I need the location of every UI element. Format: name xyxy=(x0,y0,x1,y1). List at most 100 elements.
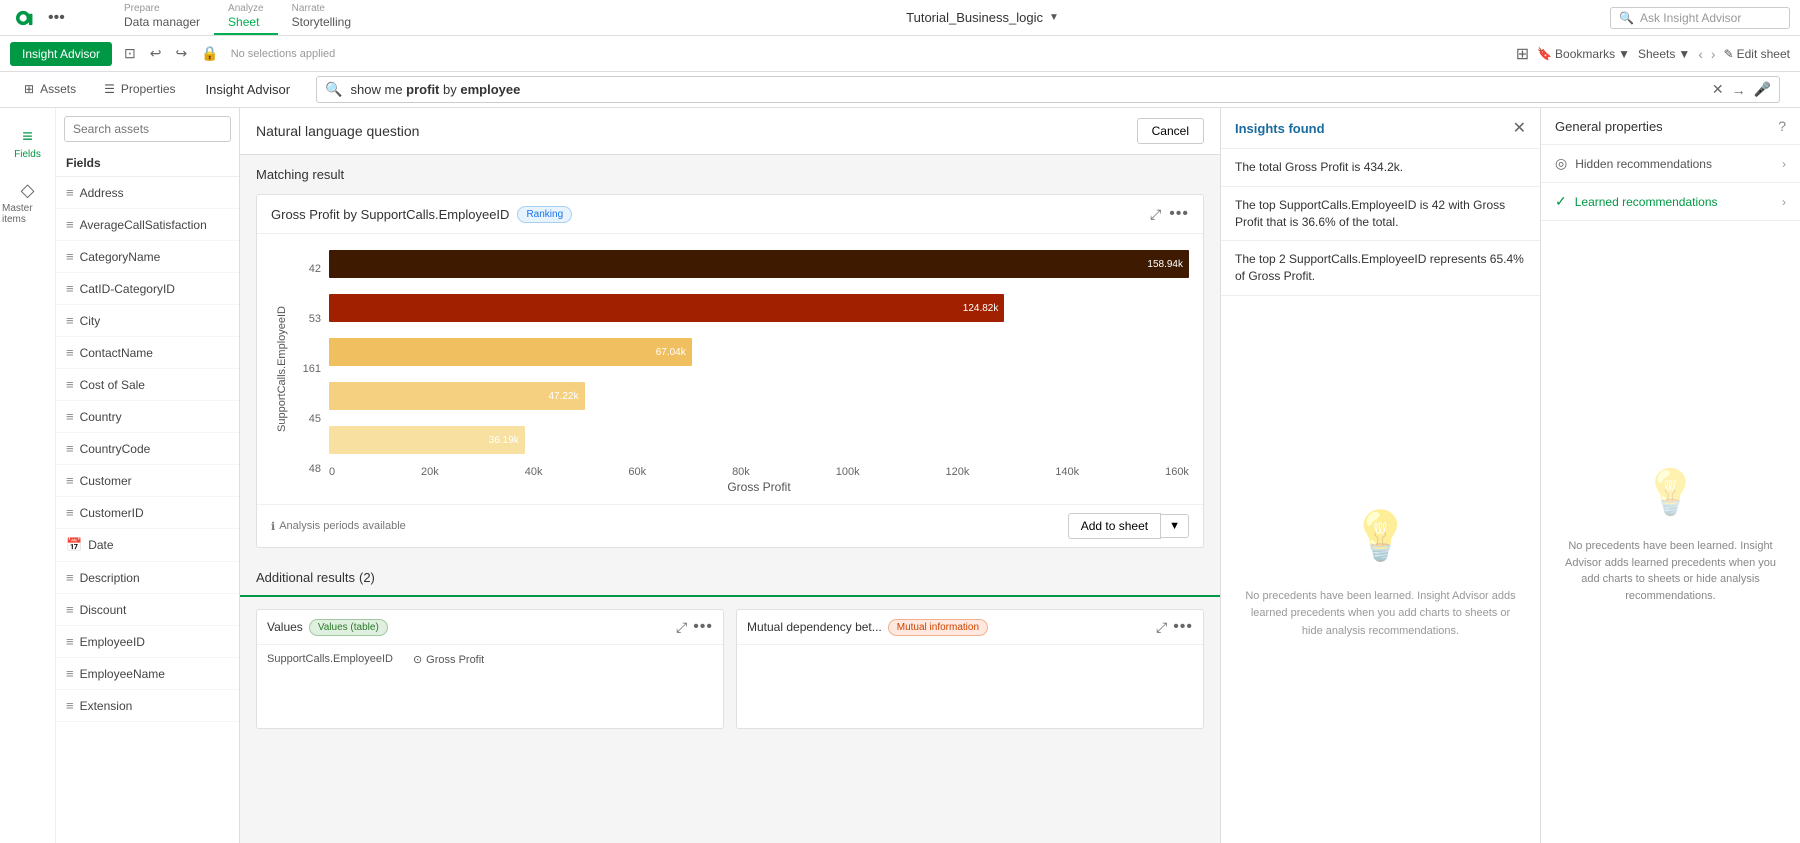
help-icon[interactable]: ? xyxy=(1778,118,1786,134)
x-axis-label: Gross Profit xyxy=(329,480,1189,494)
insights-close-btn[interactable]: ✕ xyxy=(1513,118,1526,138)
edit-sheet-btn[interactable]: ✎ Edit sheet xyxy=(1724,47,1790,61)
sheets-btn[interactable]: Sheets ▼ xyxy=(1638,47,1690,61)
lock-icon[interactable]: 🔒 xyxy=(197,43,222,64)
nav-prev-icon[interactable]: ‹ xyxy=(1698,46,1703,62)
app-title-dropdown[interactable]: ▼ xyxy=(1049,12,1059,23)
sidebar-item[interactable]: ≡EmployeeName xyxy=(56,658,239,690)
sidebar-item[interactable]: ≡CustomerID xyxy=(56,497,239,529)
sidebar-item[interactable]: ≡Extension xyxy=(56,690,239,722)
sidebar-item[interactable]: ≡EmployeeID xyxy=(56,626,239,658)
hidden-recommendations-section[interactable]: ◎ Hidden recommendations › xyxy=(1541,145,1800,183)
field-icon: ≡ xyxy=(66,377,74,392)
search-query-text: show me profit by employee xyxy=(351,82,1704,97)
sidebar-item[interactable]: ≡CatID-CategoryID xyxy=(56,273,239,305)
cancel-button[interactable]: Cancel xyxy=(1137,118,1204,144)
insights-title: Insights found xyxy=(1235,121,1513,136)
assets-icon: ⊞ xyxy=(24,82,34,96)
insight-item: The top SupportCalls.EmployeeID is 42 wi… xyxy=(1221,187,1540,242)
search-assets-input[interactable] xyxy=(64,116,231,142)
three-dots-menu[interactable]: ••• xyxy=(48,9,65,27)
bar-fill: 158.94k xyxy=(329,250,1189,278)
undo-icon[interactable]: ↩ xyxy=(146,43,166,64)
clear-search-btn[interactable]: ✕ xyxy=(1712,81,1724,98)
sidebar-item[interactable]: ≡Description xyxy=(56,562,239,594)
fields-content: Fields ≡Address≡AverageCallSatisfaction≡… xyxy=(56,108,239,843)
nav-master-items[interactable]: ◇ Master items xyxy=(0,170,55,235)
bar-fill: 124.82k xyxy=(329,294,1004,322)
tab-narrate[interactable]: Narrate Storytelling xyxy=(278,0,365,35)
insight-search-bar[interactable]: 🔍 show me profit by employee ✕ → 🎤 xyxy=(316,76,1780,103)
field-icon: ≡ xyxy=(66,602,74,617)
values-menu-btn[interactable]: ••• xyxy=(693,618,713,636)
sidebar-item[interactable]: ≡CategoryName xyxy=(56,241,239,273)
bar-row: 36.19k xyxy=(329,420,1189,460)
tab-prepare[interactable]: Prepare Data manager xyxy=(110,0,214,35)
sidebar-item[interactable]: ≡Customer xyxy=(56,465,239,497)
tab-assets[interactable]: ⊞ Assets xyxy=(10,72,90,107)
add-to-sheet-dropdown-btn[interactable]: ▼ xyxy=(1161,514,1189,538)
values-expand-btn[interactable]: ⤢ xyxy=(676,618,687,636)
field-icon: ≡ xyxy=(66,217,74,232)
x-tick: 120k xyxy=(946,466,970,478)
hidden-rec-icon: ◎ xyxy=(1555,155,1567,172)
sidebar-item[interactable]: ≡Cost of Sale xyxy=(56,369,239,401)
qlik-logo xyxy=(10,8,42,28)
bar-fill: 36.19k xyxy=(329,426,525,454)
values-card: Values Values (table) ⤢ ••• SupportCalls… xyxy=(256,609,724,729)
bar-row: 158.94k xyxy=(329,244,1189,284)
voice-search-btn[interactable]: 🎤 xyxy=(1754,81,1771,98)
values-card-header: Values Values (table) ⤢ ••• xyxy=(257,610,723,645)
bars-container: 158.94k 124.82k 67.04k 47.22k 36.19k xyxy=(329,244,1189,460)
chart-menu-btn[interactable]: ••• xyxy=(1169,205,1189,223)
search-submit-btn[interactable]: → xyxy=(1732,82,1746,98)
additional-results-count: (2) xyxy=(359,570,375,585)
chart-expand-btn[interactable]: ⤢ xyxy=(1150,205,1161,223)
tab-analyze[interactable]: Analyze Sheet xyxy=(214,0,278,35)
sidebar-item[interactable]: ≡City xyxy=(56,305,239,337)
redo-icon[interactable]: ↪ xyxy=(172,43,192,64)
sidebar-item[interactable]: ≡Country xyxy=(56,401,239,433)
sidebar-item[interactable]: ≡Address xyxy=(56,177,239,209)
field-icon: 📅 xyxy=(66,537,82,553)
search-icon: 🔍 xyxy=(325,81,342,98)
bars-and-xaxis: 158.94k 124.82k 67.04k 47.22k 36.19k 020… xyxy=(329,244,1189,494)
chart-title: Gross Profit by SupportCalls.EmployeeID xyxy=(271,207,509,222)
sidebar-item[interactable]: ≡CountryCode xyxy=(56,433,239,465)
add-to-sheet-main-btn[interactable]: Add to sheet xyxy=(1068,513,1161,539)
right-panel: General properties ? ◎ Hidden recommenda… xyxy=(1540,108,1800,843)
insight-item: The top 2 SupportCalls.EmployeeID repres… xyxy=(1221,241,1540,296)
ask-insight-input[interactable]: 🔍 Ask Insight Advisor xyxy=(1610,7,1790,29)
main-content: Natural language question Cancel Matchin… xyxy=(240,108,1220,843)
x-tick: 20k xyxy=(421,466,439,478)
no-selections-label: No selections applied xyxy=(231,48,1508,60)
sidebar-item[interactable]: 📅Date xyxy=(56,529,239,562)
sidebar-item[interactable]: ≡AverageCallSatisfaction xyxy=(56,209,239,241)
sidebar-item[interactable]: ≡ContactName xyxy=(56,337,239,369)
mutual-expand-btn[interactable]: ⤢ xyxy=(1156,618,1167,636)
sidebar-item[interactable]: ≡Discount xyxy=(56,594,239,626)
nav-next-icon[interactable]: › xyxy=(1711,46,1716,62)
select-icon[interactable]: ⊡ xyxy=(120,43,140,64)
x-tick: 60k xyxy=(628,466,646,478)
field-icon: ≡ xyxy=(66,185,74,200)
chart-header: Gross Profit by SupportCalls.EmployeeID … xyxy=(257,195,1203,234)
left-panel: ≡ Fields ◇ Master items Fields ≡Address≡… xyxy=(0,108,240,843)
y-label-1: 42 xyxy=(293,247,321,291)
toolbar-right: ⊞ 🔖 Bookmarks ▼ Sheets ▼ ‹ › ✎ Edit shee… xyxy=(1516,44,1790,64)
nav-fields[interactable]: ≡ Fields xyxy=(0,116,55,170)
insight-advisor-toggle-btn[interactable]: Insight Advisor xyxy=(10,42,112,66)
field-icon: ≡ xyxy=(66,505,74,520)
grid-view-icon[interactable]: ⊞ xyxy=(1516,44,1529,64)
logo-area: ••• xyxy=(0,8,110,28)
mutual-card-body xyxy=(737,645,1203,661)
hidden-rec-arrow: › xyxy=(1782,157,1786,171)
y-label-4: 45 xyxy=(293,397,321,441)
top-right-area: 🔍 Ask Insight Advisor xyxy=(1600,7,1800,29)
learned-recommendations-section[interactable]: ✓ Learned recommendations › xyxy=(1541,183,1800,221)
field-icon: ≡ xyxy=(66,698,74,713)
bookmarks-btn[interactable]: 🔖 Bookmarks ▼ xyxy=(1537,47,1630,61)
y-axis-title: SupportCalls.EmployeeID xyxy=(276,306,288,432)
mutual-menu-btn[interactable]: ••• xyxy=(1173,618,1193,636)
tab-properties[interactable]: ☰ Properties xyxy=(90,72,189,107)
